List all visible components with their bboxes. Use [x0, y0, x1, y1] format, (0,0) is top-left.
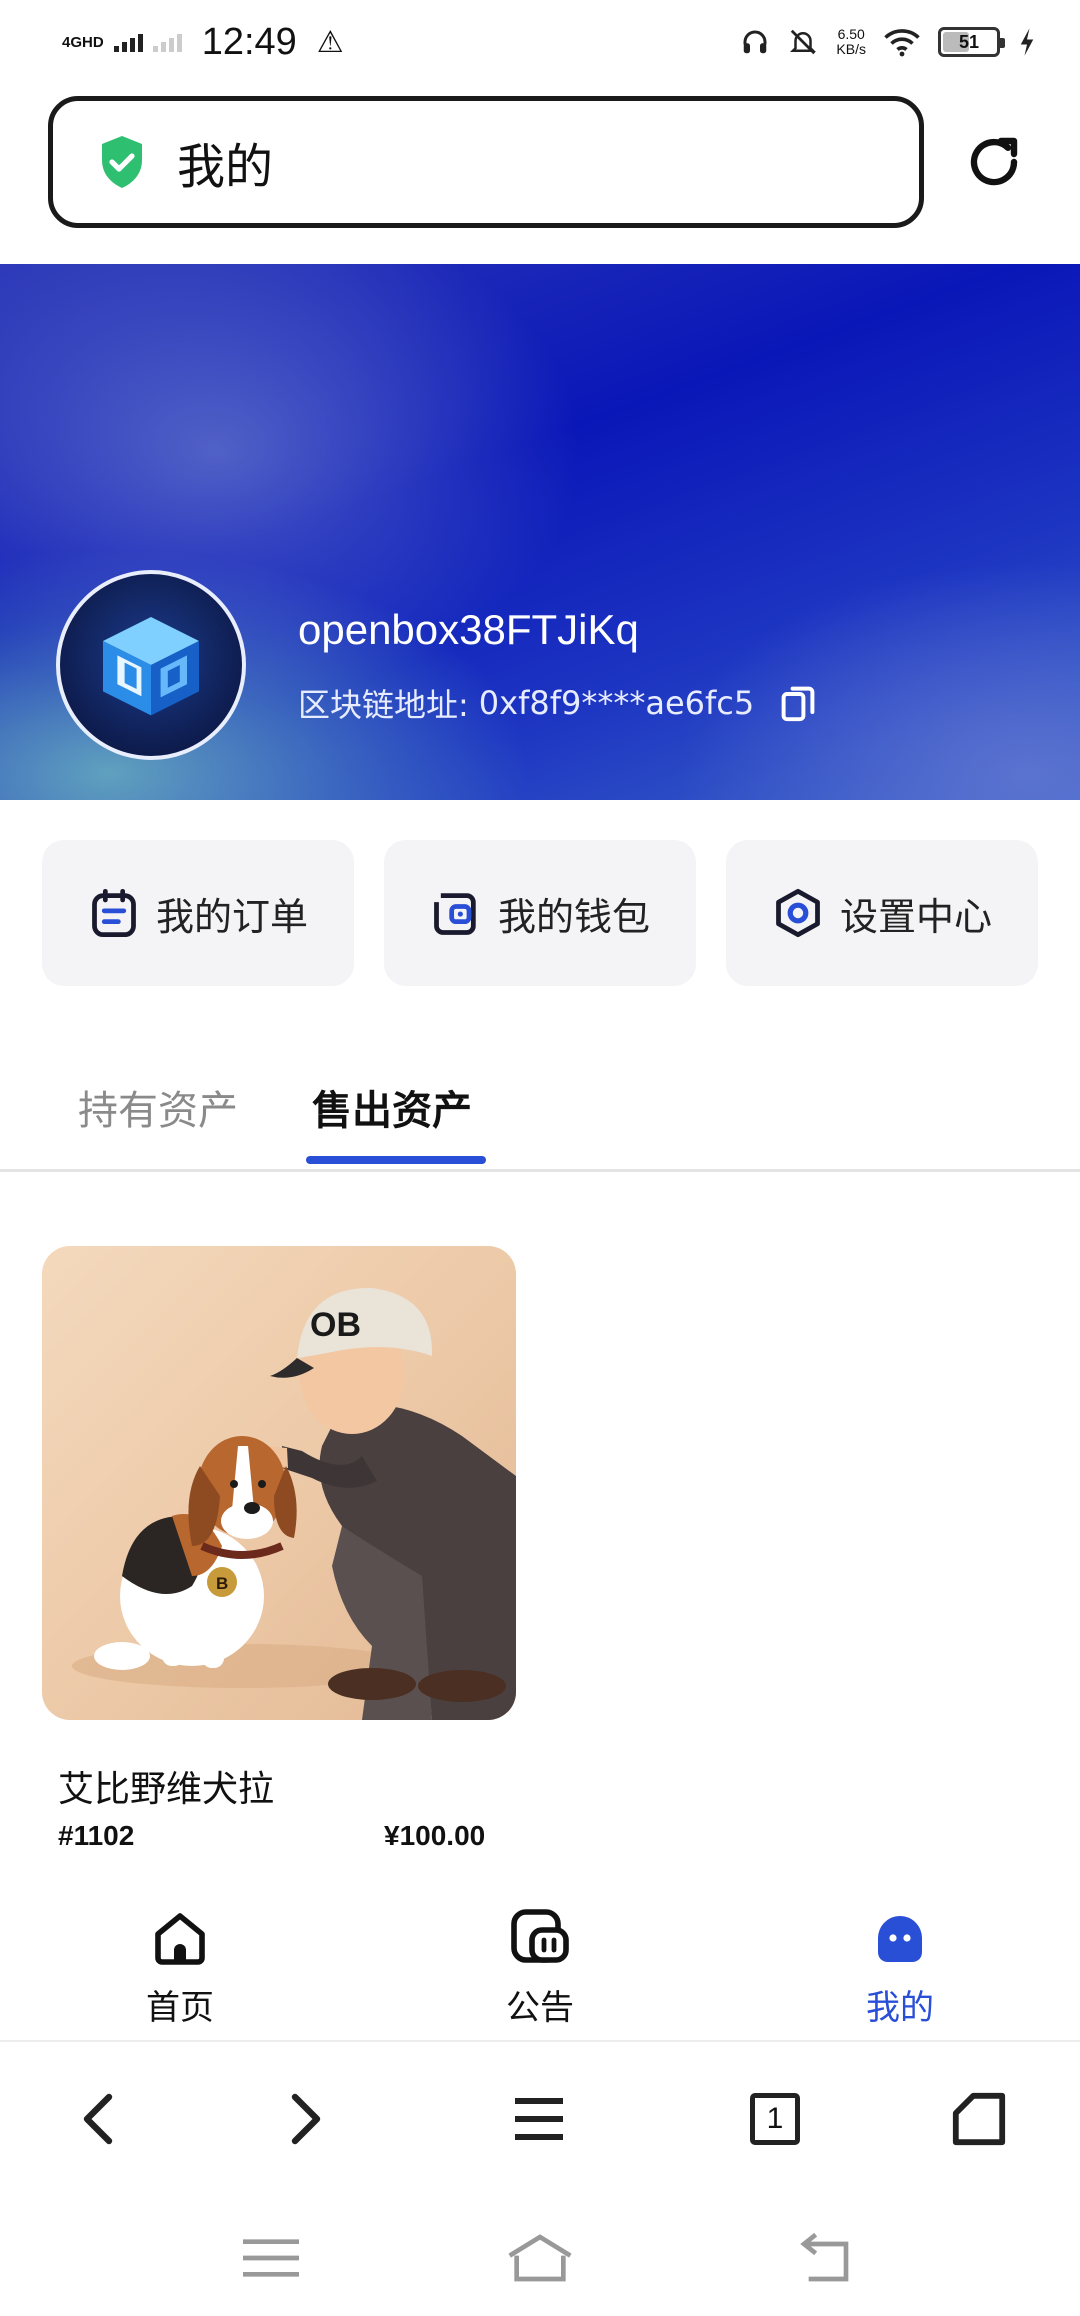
back-button[interactable]	[64, 2084, 134, 2154]
speed-value: 6.50	[837, 26, 865, 42]
address-bar[interactable]: 我的	[48, 96, 924, 228]
nav-announcement[interactable]: 公告	[460, 1906, 620, 2029]
headphones-icon	[743, 30, 767, 54]
charging-icon	[1020, 28, 1034, 56]
clock: 12:49	[201, 20, 297, 63]
nav-home-label: 首页	[146, 1988, 214, 2028]
wifi-icon	[884, 29, 920, 57]
address-label: 区块链地址:	[298, 686, 469, 724]
browser-home-button[interactable]	[944, 2084, 1014, 2154]
asset-name: 艾比野维犬拉	[58, 1769, 275, 1810]
address-title: 我的	[177, 139, 274, 195]
settings-center-label: 设置中心	[839, 894, 992, 939]
profile-ghost-icon	[878, 1916, 922, 1962]
nav-home[interactable]: 首页	[100, 1906, 260, 2029]
tab-sold-assets[interactable]: 售出资产	[312, 1078, 472, 1136]
asset-image[interactable]: OB B	[42, 1246, 516, 1720]
menu-button[interactable]	[504, 2084, 574, 2154]
home-icon	[155, 1913, 205, 1965]
my-wallet-label: 我的钱包	[497, 894, 650, 939]
asset-price: ¥100.00	[384, 1820, 486, 1851]
nft-artwork: OB B	[72, 1287, 516, 1720]
battery-level: 51	[958, 31, 980, 52]
signal-icon	[113, 32, 143, 52]
nav-announcement-label: 公告	[506, 1988, 574, 2028]
blockchain-address-row: 区块链地址: 0xf8f9****ae6fc5	[298, 680, 816, 726]
cap-text: OB	[310, 1306, 361, 1344]
active-tab-indicator	[306, 1156, 486, 1164]
mute-icon	[790, 29, 817, 55]
warning-icon: ⚠	[316, 24, 344, 60]
system-home-icon[interactable]	[505, 2230, 575, 2286]
forward-button[interactable]	[270, 2084, 340, 2154]
back-icon	[83, 2093, 113, 2145]
settings-center-button[interactable]: 设置中心	[726, 840, 1038, 986]
browser-toolbar: 1	[0, 2044, 1080, 2194]
asset-token-id: #1102	[58, 1820, 135, 1851]
settings-hexagon-icon	[776, 888, 820, 938]
app-bottom-nav: 首页 公告 我的	[0, 1886, 1080, 2042]
dog-tag-text: B	[216, 1574, 228, 1593]
my-wallet-button[interactable]: 我的钱包	[384, 840, 696, 986]
network-type-label: 4GHD	[62, 33, 104, 51]
tabs-icon: 1	[750, 2093, 800, 2145]
cube-logo-icon	[103, 617, 199, 716]
avatar[interactable]	[56, 570, 246, 760]
copy-icon[interactable]	[780, 683, 816, 723]
system-back-icon[interactable]	[790, 2230, 860, 2286]
nav-profile[interactable]: 我的	[820, 1906, 980, 2029]
tabs-button[interactable]: 1	[740, 2084, 810, 2154]
battery-icon: 51	[938, 27, 1005, 57]
my-orders-button[interactable]: 我的订单	[42, 840, 354, 986]
wallet-icon	[434, 893, 476, 935]
system-nav-bar	[0, 2200, 1080, 2316]
shield-check-icon	[102, 136, 142, 188]
tab-held-assets[interactable]: 持有资产	[78, 1078, 238, 1136]
my-orders-label: 我的订单	[155, 894, 308, 939]
menu-icon	[515, 2098, 563, 2140]
order-calendar-icon	[92, 888, 136, 938]
username: openbox38FTJiKq	[298, 606, 639, 653]
reload-icon[interactable]	[962, 130, 1026, 194]
quick-actions: 我的订单 我的钱包 设置中心	[42, 840, 1038, 986]
status-right: 6.50 KB/s 51	[740, 27, 1036, 57]
announcement-icon	[511, 1909, 569, 1963]
asset-card[interactable]: OB B 艾比野维犬拉 #1102 ¥100.00	[42, 1246, 516, 1851]
speed-unit: KB/s	[836, 41, 866, 57]
status-left: 4GHD 12:49 ⚠	[62, 21, 344, 64]
signal-secondary-icon	[152, 32, 182, 52]
network-speed: 6.50 KB/s	[836, 27, 866, 57]
status-bar: 4GHD 12:49 ⚠ 6.50 KB/s 51	[0, 0, 1080, 84]
forward-icon	[291, 2093, 321, 2145]
recents-icon[interactable]	[236, 2230, 306, 2286]
browser-home-icon	[952, 2092, 1006, 2146]
address-value: 0xf8f9****ae6fc5	[478, 684, 755, 722]
asset-tabs: 持有资产 售出资产	[0, 1060, 1080, 1172]
nav-profile-label: 我的	[866, 1988, 934, 2028]
